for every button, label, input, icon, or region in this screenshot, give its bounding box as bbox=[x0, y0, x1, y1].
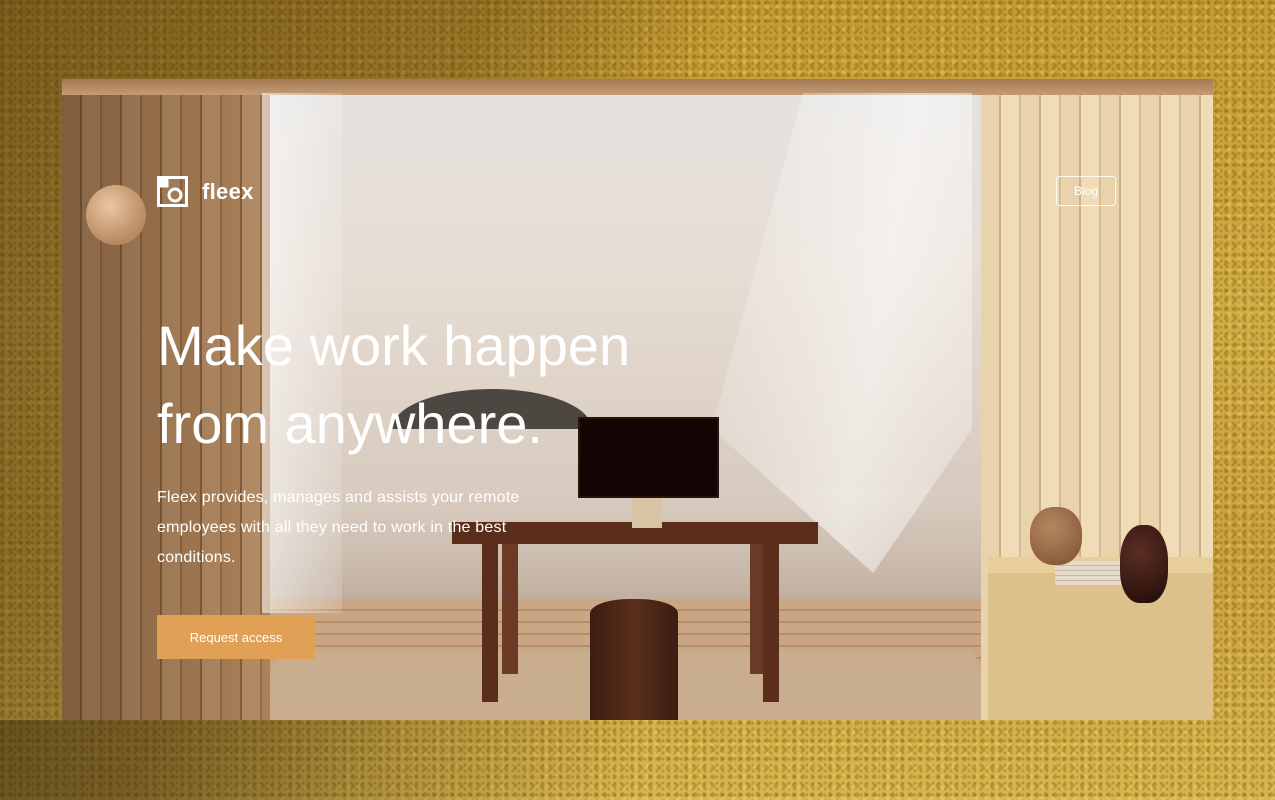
stool bbox=[590, 599, 678, 720]
headline-line-2: from anywhere. bbox=[157, 392, 543, 455]
hero-headline: Make work happen from anywhere. bbox=[157, 307, 717, 463]
vase bbox=[1030, 507, 1082, 565]
fleex-logo-icon bbox=[157, 176, 188, 207]
hero-description: Fleex provides, manages and assists your… bbox=[157, 489, 520, 566]
headline-line-1: Make work happen bbox=[157, 314, 631, 377]
hero-section: fleex Blog Make work happen from anywher… bbox=[62, 79, 1213, 720]
wall-shadow-bottom bbox=[0, 720, 1275, 800]
wall-lamp bbox=[86, 185, 146, 245]
vase-dark bbox=[1120, 525, 1168, 603]
brand-name: fleex bbox=[202, 178, 254, 204]
books bbox=[1055, 561, 1125, 585]
blog-button[interactable]: Blog bbox=[1056, 176, 1116, 206]
monitor-stand bbox=[632, 494, 662, 528]
top-beam bbox=[62, 79, 1213, 95]
brand-logo[interactable]: fleex bbox=[157, 176, 254, 207]
request-access-button[interactable]: Request access bbox=[157, 615, 315, 659]
